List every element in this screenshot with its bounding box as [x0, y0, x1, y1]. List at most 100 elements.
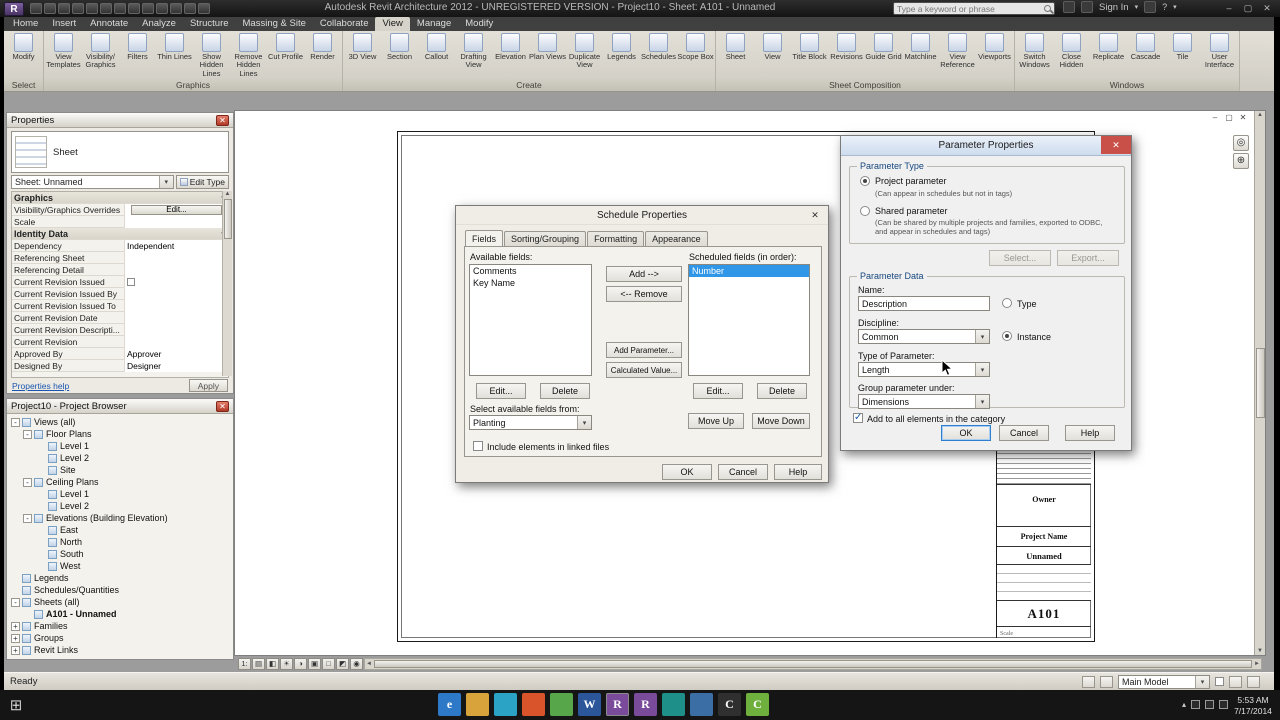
edit-available-button[interactable]: Edit...	[476, 383, 526, 399]
civil-icon[interactable]: C	[746, 693, 769, 716]
tree-expand-icon[interactable]: -	[23, 477, 32, 487]
scroll-up-icon[interactable]: ▲	[1257, 112, 1263, 118]
move-down-button[interactable]: Move Down	[752, 413, 810, 429]
close-icon[interactable]: ✕	[1101, 136, 1131, 154]
name-input[interactable]: Description	[858, 296, 990, 311]
close-icon[interactable]: ✕	[803, 207, 827, 223]
tree-expand-icon[interactable]: +	[11, 645, 20, 655]
tree-item[interactable]: Schedules/Quantities	[7, 584, 233, 596]
app-teal-icon[interactable]	[494, 693, 517, 716]
vertical-scrollbar[interactable]: ▲ ▼	[1254, 111, 1265, 655]
properties-header[interactable]: Properties ✕	[7, 113, 233, 128]
ribbon-button[interactable]: Legends	[603, 32, 640, 79]
scroll-up-icon[interactable]: ▲	[225, 191, 231, 197]
minimize-icon[interactable]: –	[1221, 1, 1237, 15]
instance-radio[interactable]	[1002, 331, 1012, 341]
available-fields-from-select[interactable]: Planting ▾	[469, 415, 592, 430]
favorites-icon[interactable]	[1144, 1, 1157, 13]
ribbon-button[interactable]: Callout	[418, 32, 455, 79]
restore-icon[interactable]: ▢	[1240, 1, 1256, 15]
editable-only-icon[interactable]	[1100, 675, 1113, 688]
apply-button[interactable]: Apply	[188, 379, 228, 392]
search-icon[interactable]	[1044, 5, 1051, 12]
property-row[interactable]: Identity Data ▾	[12, 228, 228, 240]
ok-button[interactable]: OK	[662, 464, 712, 480]
dimension-icon[interactable]	[128, 3, 140, 14]
help-button[interactable]: Help	[1065, 425, 1115, 441]
tree-expand-icon[interactable]: -	[23, 513, 32, 523]
scroll-left-icon[interactable]: ◄	[366, 661, 372, 667]
ribbon-button[interactable]: Show Hidden Lines	[193, 32, 230, 79]
app-green-icon[interactable]	[550, 693, 573, 716]
measure-icon[interactable]	[114, 3, 126, 14]
infocenter-search[interactable]	[893, 2, 1055, 15]
property-value[interactable]: Designer Designer	[125, 359, 228, 372]
ribbon-tab[interactable]: Massing & Site	[236, 17, 313, 31]
tree-item[interactable]: Site	[7, 464, 233, 476]
ribbon-button[interactable]: Thin Lines	[156, 32, 193, 79]
ribbon-button[interactable]: Title Block	[791, 32, 828, 79]
ribbon-group-label[interactable]: Windows	[1015, 79, 1239, 91]
ribbon-button[interactable]: Tile	[1164, 32, 1201, 79]
tree-item[interactable]: - Floor Plans	[7, 428, 233, 440]
property-row[interactable]: Visibility/Graphics Overrides Edit... Ed…	[12, 203, 228, 216]
ribbon-button[interactable]: Remove Hidden Lines	[230, 32, 267, 79]
ribbon-button[interactable]: Cut Profile	[267, 32, 304, 79]
edit-scheduled-button[interactable]: Edit...	[693, 383, 743, 399]
app-cyan-icon[interactable]	[662, 693, 685, 716]
delete-scheduled-button[interactable]: Delete	[757, 383, 807, 399]
ribbon-button[interactable]: Sheet	[717, 32, 754, 79]
tree-item[interactable]: + Groups	[7, 632, 233, 644]
file-explorer-icon[interactable]	[466, 693, 489, 716]
horizontal-scrollbar[interactable]: ◄ ►	[364, 658, 1262, 670]
property-row[interactable]: Current Revision Issued By ▾	[12, 287, 228, 300]
sign-in-caret-icon[interactable]: ▾	[1135, 3, 1139, 11]
tray-expand-icon[interactable]: ▴	[1182, 700, 1186, 709]
ribbon-group-label[interactable]: Sheet Composition	[716, 79, 1014, 91]
property-value[interactable]	[125, 323, 228, 336]
ribbon-group-label[interactable]: Select	[4, 79, 43, 91]
tree-expand-icon[interactable]: +	[11, 621, 20, 631]
cmd-icon[interactable]: C	[718, 693, 741, 716]
word-icon[interactable]: W	[578, 693, 601, 716]
text-icon[interactable]	[156, 3, 168, 14]
type-selector-combo[interactable]: Sheet: Unnamed ▾	[11, 175, 174, 189]
cancel-button[interactable]: Cancel	[999, 425, 1049, 441]
shadows-icon[interactable]: ◑	[294, 658, 307, 670]
sign-in-button[interactable]: Sign In	[1099, 2, 1129, 13]
ribbon-button[interactable]: Cascade	[1127, 32, 1164, 79]
ribbon-button[interactable]: Close Hidden	[1053, 32, 1090, 79]
delete-available-button[interactable]: Delete	[540, 383, 590, 399]
save-icon[interactable]	[44, 3, 56, 14]
ribbon-tab[interactable]: View	[375, 17, 410, 31]
type-of-parameter-select[interactable]: Length ▾	[858, 362, 990, 377]
ribbon-button[interactable]: Matchline	[902, 32, 939, 79]
view-close-icon[interactable]: ✕	[1237, 113, 1249, 122]
property-row[interactable]: Current Revision Issued ▾	[12, 275, 228, 288]
show-crop-region-icon[interactable]: □	[322, 658, 335, 670]
property-row[interactable]: Current Revision Descripti... ▾	[12, 323, 228, 336]
tree-item[interactable]: - Ceiling Plans	[7, 476, 233, 488]
taskbar-clock[interactable]: 5:53 AM 7/17/2014	[1229, 695, 1277, 716]
tree-item[interactable]: Legends	[7, 572, 233, 584]
ribbon-tab[interactable]: Home	[6, 17, 45, 31]
ribbon-button[interactable]: Scope Box	[677, 32, 714, 79]
list-item[interactable]: Comments	[470, 265, 591, 277]
properties-help-link[interactable]: Properties help	[12, 381, 69, 391]
edit-overrides-button[interactable]: Edit...	[130, 204, 223, 215]
list-item[interactable]: Key Name	[470, 277, 591, 289]
ribbon-button[interactable]: Switch Windows	[1016, 32, 1053, 79]
ribbon-button[interactable]: Visibility/ Graphics	[82, 32, 119, 79]
tree-item[interactable]: A101 - Unnamed	[7, 608, 233, 620]
property-value[interactable]	[125, 299, 228, 312]
tree-expand-icon[interactable]: -	[11, 597, 20, 607]
action-center-icon[interactable]	[1191, 700, 1200, 709]
property-row[interactable]: Current Revision Issued To ▾	[12, 299, 228, 312]
property-row[interactable]: Graphics ▾	[12, 192, 228, 204]
tag-icon[interactable]	[142, 3, 154, 14]
add-to-all-checkbox[interactable]	[853, 412, 863, 423]
detail-level-icon[interactable]: ▤	[252, 658, 265, 670]
start-button[interactable]: ⊞	[0, 690, 32, 720]
discipline-select[interactable]: Common ▾	[858, 329, 990, 344]
chevron-down-icon[interactable]: ▾	[577, 416, 591, 429]
